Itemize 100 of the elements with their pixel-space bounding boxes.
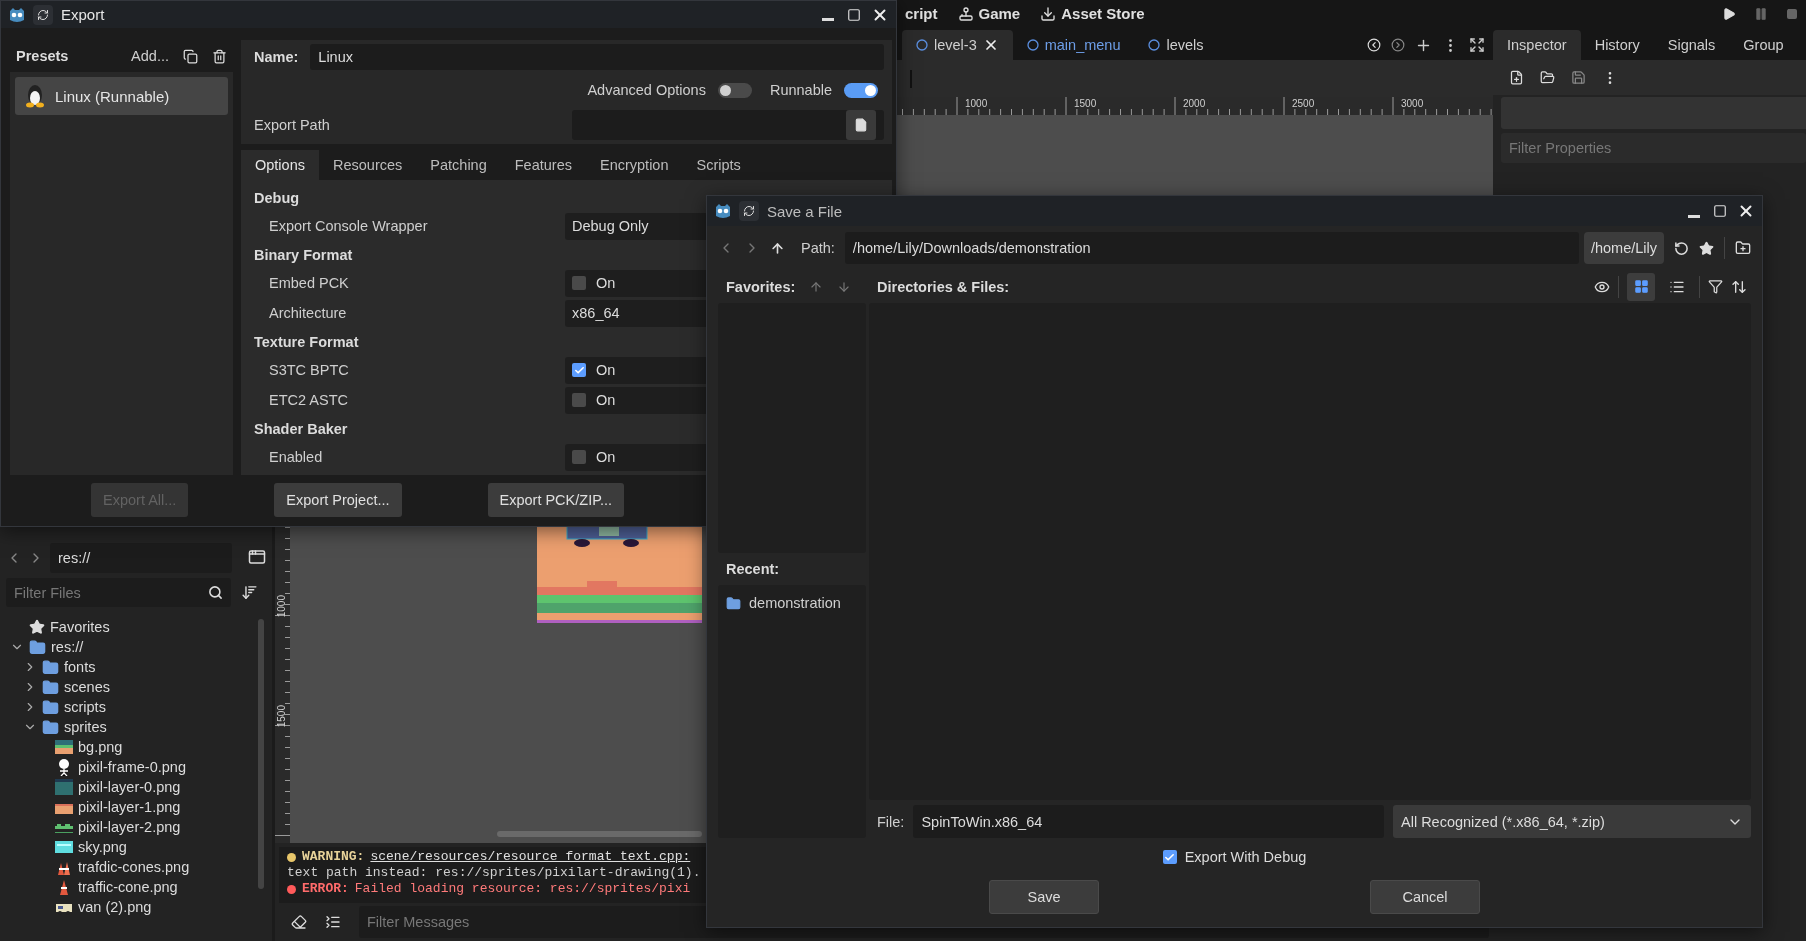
dock-tab[interactable]: Group (1729, 30, 1798, 60)
filter-icon[interactable] (1708, 279, 1723, 294)
export-path-field[interactable] (572, 110, 884, 140)
sky-thumbnail-icon (55, 838, 73, 856)
toggle-switch[interactable] (844, 82, 878, 98)
export-button[interactable]: Export PCK/ZIP... (487, 483, 625, 517)
scene-tab[interactable]: main_menu (1012, 30, 1135, 60)
open-folder-icon[interactable] (1540, 70, 1555, 85)
sort-icon[interactable] (241, 584, 258, 601)
file-type-dropdown[interactable]: All Recognized (*.x86_64, *.zip) (1393, 805, 1751, 838)
checkbox[interactable] (572, 363, 586, 377)
star-icon[interactable] (1699, 240, 1714, 256)
filter-files-field[interactable]: Filter Files (6, 578, 231, 607)
tree-item[interactable]: pixil-layer-1.png (6, 797, 258, 817)
ruler-label: 1500 (1074, 98, 1097, 109)
files-heading: Directories & Files: (877, 278, 1010, 295)
search-icon (208, 585, 223, 600)
path-field[interactable]: res:// (50, 543, 232, 573)
tree-item[interactable]: van (2).png (6, 897, 258, 917)
tab[interactable]: Encryption (585, 150, 683, 180)
tree-item[interactable]: sky.png (6, 837, 258, 857)
landscape-thumbnail-icon (55, 738, 73, 756)
window-title: Export (61, 6, 105, 23)
eraser-icon[interactable] (291, 914, 307, 930)
tab[interactable]: Resources (319, 150, 417, 180)
dialog-button[interactable]: Cancel (1370, 880, 1480, 914)
scroll-left-icon[interactable] (1367, 38, 1381, 52)
tree-item[interactable]: pixil-frame-0.png (6, 757, 258, 777)
scrollbar-thumb[interactable] (258, 619, 264, 889)
tree-item[interactable]: pixil-layer-0.png (6, 777, 258, 797)
scene-tab[interactable]: levels (1134, 30, 1218, 60)
save-icon[interactable] (1571, 70, 1586, 85)
checkbox-label: On (596, 392, 616, 408)
tree-item[interactable]: pixil-layer-2.png (6, 817, 258, 837)
fullscreen-icon[interactable] (1469, 37, 1485, 53)
sort-icon[interactable] (1731, 278, 1747, 295)
pause-icon[interactable] (1754, 6, 1768, 21)
tree-item[interactable]: scenes (6, 677, 258, 697)
file-name-field[interactable]: SpinToWin.x86_64 (913, 805, 1384, 838)
folder-icon (42, 698, 59, 716)
export-button[interactable]: Export Project... (274, 483, 402, 517)
up-icon[interactable] (770, 240, 785, 256)
menu-tab[interactable]: Game (957, 5, 1021, 22)
stop-icon[interactable] (1786, 7, 1798, 20)
dock-tab[interactable]: Inspector (1493, 30, 1581, 60)
tree-item[interactable]: res:// (6, 637, 258, 657)
path-field[interactable]: /home/Lily/Downloads/demonstration (844, 232, 1579, 264)
ruler-label: 1000 (965, 98, 988, 109)
tree-item[interactable]: scripts (6, 697, 258, 717)
folder-icon (726, 595, 741, 611)
scene-tab[interactable]: level-3 (902, 30, 1013, 60)
refresh-icon[interactable] (1674, 240, 1689, 256)
dock-tab[interactable]: History (1580, 30, 1654, 60)
browse-button[interactable] (846, 110, 876, 140)
play-icon[interactable] (1722, 6, 1736, 21)
new-folder-icon[interactable] (1735, 240, 1751, 256)
recent-item[interactable]: demonstration (726, 591, 858, 615)
option-label: ETC2 ASTC (268, 392, 349, 408)
ruler-label: 2000 (1183, 98, 1206, 109)
folder-icon (42, 658, 59, 676)
checkbox[interactable] (572, 393, 586, 407)
checkbox[interactable] (1162, 850, 1177, 864)
tree-item[interactable]: fonts (6, 657, 258, 677)
file-link[interactable]: scene/resources/resource_format_text.cpp: (370, 849, 691, 865)
checkbox[interactable] (572, 450, 586, 464)
tree-item[interactable]: sprites (6, 717, 258, 737)
collapse-icon[interactable] (325, 914, 341, 930)
scroll-right-icon[interactable] (1391, 38, 1405, 52)
grid-view-button[interactable] (1627, 272, 1655, 301)
tree-item[interactable]: trafdic-cones.png (6, 857, 258, 877)
panel-icon[interactable] (248, 547, 266, 566)
add-preset-button[interactable]: Add... (131, 48, 169, 64)
dialog-button[interactable]: Save (989, 880, 1099, 914)
delete-icon[interactable] (212, 48, 227, 64)
menu-tab[interactable]: cript (905, 5, 938, 22)
filter-properties-field[interactable]: Filter Properties (1501, 133, 1806, 163)
folder-icon (42, 678, 59, 696)
tree-item[interactable]: Favorites (6, 617, 258, 637)
tree-item[interactable]: traffic-cone.png (6, 877, 258, 897)
scene-icon (916, 39, 928, 51)
tab[interactable]: Patching (416, 150, 501, 180)
scene-icon (1026, 39, 1039, 51)
presets-heading: Presets (16, 48, 69, 64)
menu-tab[interactable]: Asset Store (1040, 5, 1145, 22)
scrollbar-thumb[interactable] (497, 831, 702, 837)
toggle-switch[interactable] (717, 82, 752, 98)
preset-item[interactable]: Linux (Runnable) (15, 77, 228, 115)
name-field[interactable]: Linux (310, 44, 884, 70)
log-tag: ERROR: (302, 881, 349, 897)
dock-tab[interactable]: Signals (1653, 30, 1730, 60)
tree-item[interactable]: bg.png (6, 737, 258, 757)
checkbox[interactable] (572, 276, 586, 290)
move-up-icon[interactable] (809, 279, 824, 294)
home-button[interactable]: /home/Lily (1583, 232, 1664, 264)
tab[interactable]: Options (241, 150, 319, 180)
tab[interactable]: Features (500, 150, 586, 180)
tab[interactable]: Scripts (682, 150, 755, 180)
new-file-icon[interactable] (1509, 70, 1524, 85)
ruler-label: 1500 (276, 705, 287, 728)
duplicate-icon[interactable] (183, 48, 198, 64)
